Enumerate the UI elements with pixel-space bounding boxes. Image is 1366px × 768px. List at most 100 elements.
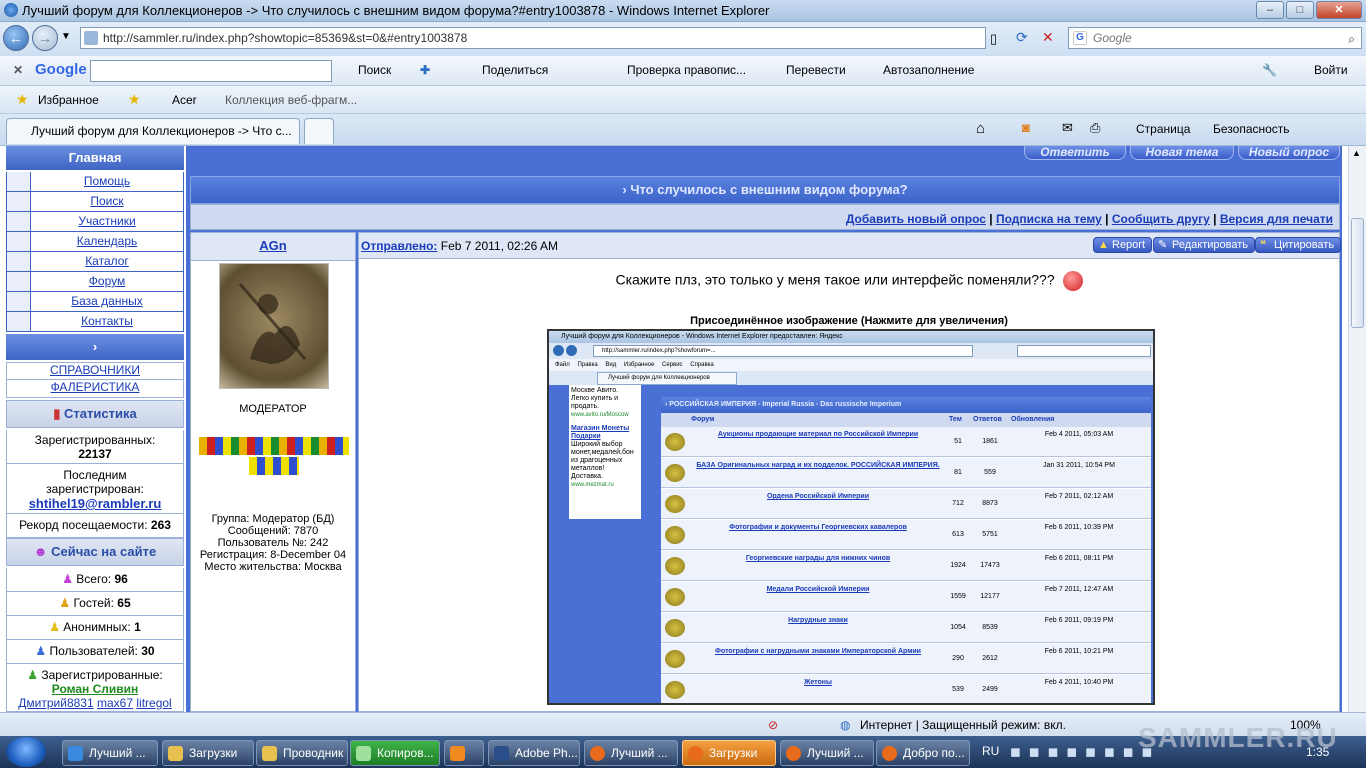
share-button[interactable]: Поделиться	[482, 63, 548, 77]
fav-webslices[interactable]: Коллекция веб-фрагм...	[225, 93, 357, 107]
sidebar-item-help[interactable]: Помощь	[6, 172, 184, 192]
add-favorite-icon[interactable]: ★	[128, 91, 141, 108]
mini-row-replies: 2612	[982, 655, 998, 662]
mini-row-title: Аукционы продающие материал по Российско…	[717, 431, 919, 438]
mini-forum-row: Аукционы продающие материал по Российско…	[661, 427, 1151, 457]
print-icon[interactable]: ⎙	[1090, 120, 1100, 136]
forward-button[interactable]: →	[32, 25, 58, 51]
wrench-icon[interactable]: 🔧	[1262, 63, 1277, 77]
author-name[interactable]: AGn	[259, 238, 286, 253]
sidebar-main-header[interactable]: Главная	[6, 146, 184, 170]
task-photoshop[interactable]: Adobe Ph...	[488, 740, 580, 766]
new-topic-button[interactable]: Новая тема	[1130, 146, 1234, 160]
task-downloads-2[interactable]: Загрузки	[682, 740, 776, 766]
scroll-up-icon[interactable]: ▲	[1352, 148, 1361, 158]
popup-blocked-icon[interactable]: ⊘	[768, 718, 778, 732]
home-icon[interactable]: ⌂	[976, 120, 985, 137]
url-input[interactable]: http://sammler.ru/index.php?showtopic=85…	[80, 27, 986, 49]
task-firefox-3[interactable]: Добро по...	[876, 740, 970, 766]
signin-button[interactable]: Войти	[1314, 63, 1348, 77]
sidebar: Главная Помощь Поиск Участники Календарь…	[6, 146, 184, 712]
eagle-icon	[665, 588, 685, 606]
mini-forum-row: Медали Российской Империи 1559 12177 Feb 7 …	[661, 582, 1151, 612]
new-poll-button[interactable]: Новый опрос	[1238, 146, 1340, 160]
start-button[interactable]	[6, 737, 46, 767]
rss-icon[interactable]: ◙	[1022, 120, 1030, 135]
sidebar-item-database[interactable]: База данных	[6, 292, 184, 312]
mail-icon[interactable]: ✉	[1062, 120, 1073, 136]
folder-icon	[168, 746, 183, 761]
print-version-link[interactable]: Версия для печати	[1220, 212, 1333, 226]
language-indicator[interactable]: RU	[982, 744, 999, 758]
sidebar-item-forum[interactable]: Форум	[6, 272, 184, 292]
quote-button[interactable]: ❝ Цитировать	[1255, 237, 1342, 253]
mini-col-headers: Форум Тем Ответов Обновления	[661, 413, 1151, 427]
task-copy[interactable]: Копиров...	[350, 740, 440, 766]
edit-button[interactable]: ✎ Редактировать	[1153, 237, 1255, 253]
favorites-button[interactable]: Избранное	[38, 93, 99, 107]
back-button[interactable]: ←	[3, 25, 29, 51]
page-menu[interactable]: Страница	[1136, 122, 1190, 136]
mini-search	[1017, 345, 1151, 357]
sidebar-item-search[interactable]: Поиск	[6, 192, 184, 212]
zone-status: Интернет | Защищенный режим: вкл.	[860, 718, 1066, 732]
sidebar-link-reference[interactable]: СПРАВОЧНИКИ	[6, 362, 184, 380]
sidebar-item-members[interactable]: Участники	[6, 212, 184, 232]
attached-image[interactable]: Лучший форум для Коллекционеров - Window…	[547, 329, 1155, 705]
plus-icon[interactable]: ✚	[420, 63, 430, 77]
avatar[interactable]	[219, 263, 329, 389]
tab-active[interactable]: Лучший форум для Коллекционеров -> Что с…	[6, 118, 300, 144]
mini-url: http://sammler.ru/index.php?showforum=..…	[593, 345, 973, 357]
mini-row-replies: 559	[984, 469, 996, 476]
stop-icon[interactable]: ✕	[1042, 29, 1054, 46]
google-search-button[interactable]: Поиск	[358, 63, 391, 77]
firefox-icon	[590, 746, 605, 761]
spellcheck-button[interactable]: Проверка правопис...	[627, 63, 746, 77]
mini-forum-row: Ордена Российской Империи 712 8873 Feb 7 20…	[661, 489, 1151, 519]
sidebar-item-contacts[interactable]: Контакты	[6, 312, 184, 332]
sent-label[interactable]: Отправлено:	[361, 239, 437, 253]
people-icon: ☻	[33, 544, 48, 559]
online-users: ♟ Пользователей: 30	[6, 640, 184, 664]
online-header: ☻ Сейчас на сайте	[6, 538, 184, 566]
maximize-button[interactable]: □	[1286, 1, 1314, 19]
scroll-thumb[interactable]	[1351, 218, 1364, 328]
person-icon: ♟	[27, 668, 39, 682]
close-toolbar-icon[interactable]: ✕	[13, 63, 23, 77]
vertical-scrollbar[interactable]: ▲	[1348, 146, 1366, 712]
compat-view-icon[interactable]: ▯	[990, 31, 997, 47]
add-poll-link[interactable]: Добавить новый опрос	[846, 212, 986, 226]
sidebar-link-faleristics[interactable]: ФАЛЕРИСТИКА	[6, 380, 184, 398]
eagle-icon	[665, 619, 685, 637]
refresh-icon[interactable]: ⟳	[1016, 29, 1028, 46]
task-firefox-1[interactable]: Лучший ...	[584, 740, 678, 766]
safety-menu[interactable]: Безопасность	[1213, 122, 1290, 136]
task-firefox-2[interactable]: Лучший ...	[780, 740, 874, 766]
sidebar-item-calendar[interactable]: Календарь	[6, 232, 184, 252]
fav-acer[interactable]: Acer	[172, 93, 197, 107]
close-button[interactable]: ✕	[1316, 1, 1362, 19]
subscribe-link[interactable]: Подписка на тему	[996, 212, 1102, 226]
task-media[interactable]	[444, 740, 484, 766]
report-button[interactable]: ▲ Report	[1093, 237, 1153, 253]
tell-friend-link[interactable]: Сообщить другу	[1112, 212, 1210, 226]
search-icon[interactable]: ⌕	[1348, 29, 1355, 49]
minimize-button[interactable]: –	[1256, 1, 1284, 19]
sad-smiley-icon	[1062, 271, 1083, 291]
translate-button[interactable]: Перевести	[786, 63, 846, 77]
online-total: ♟ Всего: 96	[6, 568, 184, 592]
google-search-input[interactable]	[90, 60, 332, 82]
search-input[interactable]: G Google ⌕	[1068, 27, 1362, 49]
task-downloads-1[interactable]: Загрузки	[162, 740, 254, 766]
autofill-button[interactable]: Автозаполнение	[883, 63, 974, 77]
task-explorer[interactable]: Проводник	[256, 740, 348, 766]
new-tab-button[interactable]	[304, 118, 334, 144]
chevron-down-icon[interactable]: ▼	[61, 31, 71, 42]
mini-forum-table: › РОССИЙСКАЯ ИМПЕРИЯ - Imperial Russia -…	[661, 397, 1151, 703]
mini-row-updated: Jan 31 2011, 10:54 PM	[1043, 462, 1115, 469]
post-message: Скажите плз, это только у меня такое или…	[359, 271, 1339, 291]
sidebar-item-catalog[interactable]: Каталог	[6, 252, 184, 272]
address-bar-area: ← → ▼ http://sammler.ru/index.php?showto…	[0, 22, 1366, 56]
task-ie-1[interactable]: Лучший ...	[62, 740, 158, 766]
reply-button[interactable]: Ответить	[1024, 146, 1126, 160]
